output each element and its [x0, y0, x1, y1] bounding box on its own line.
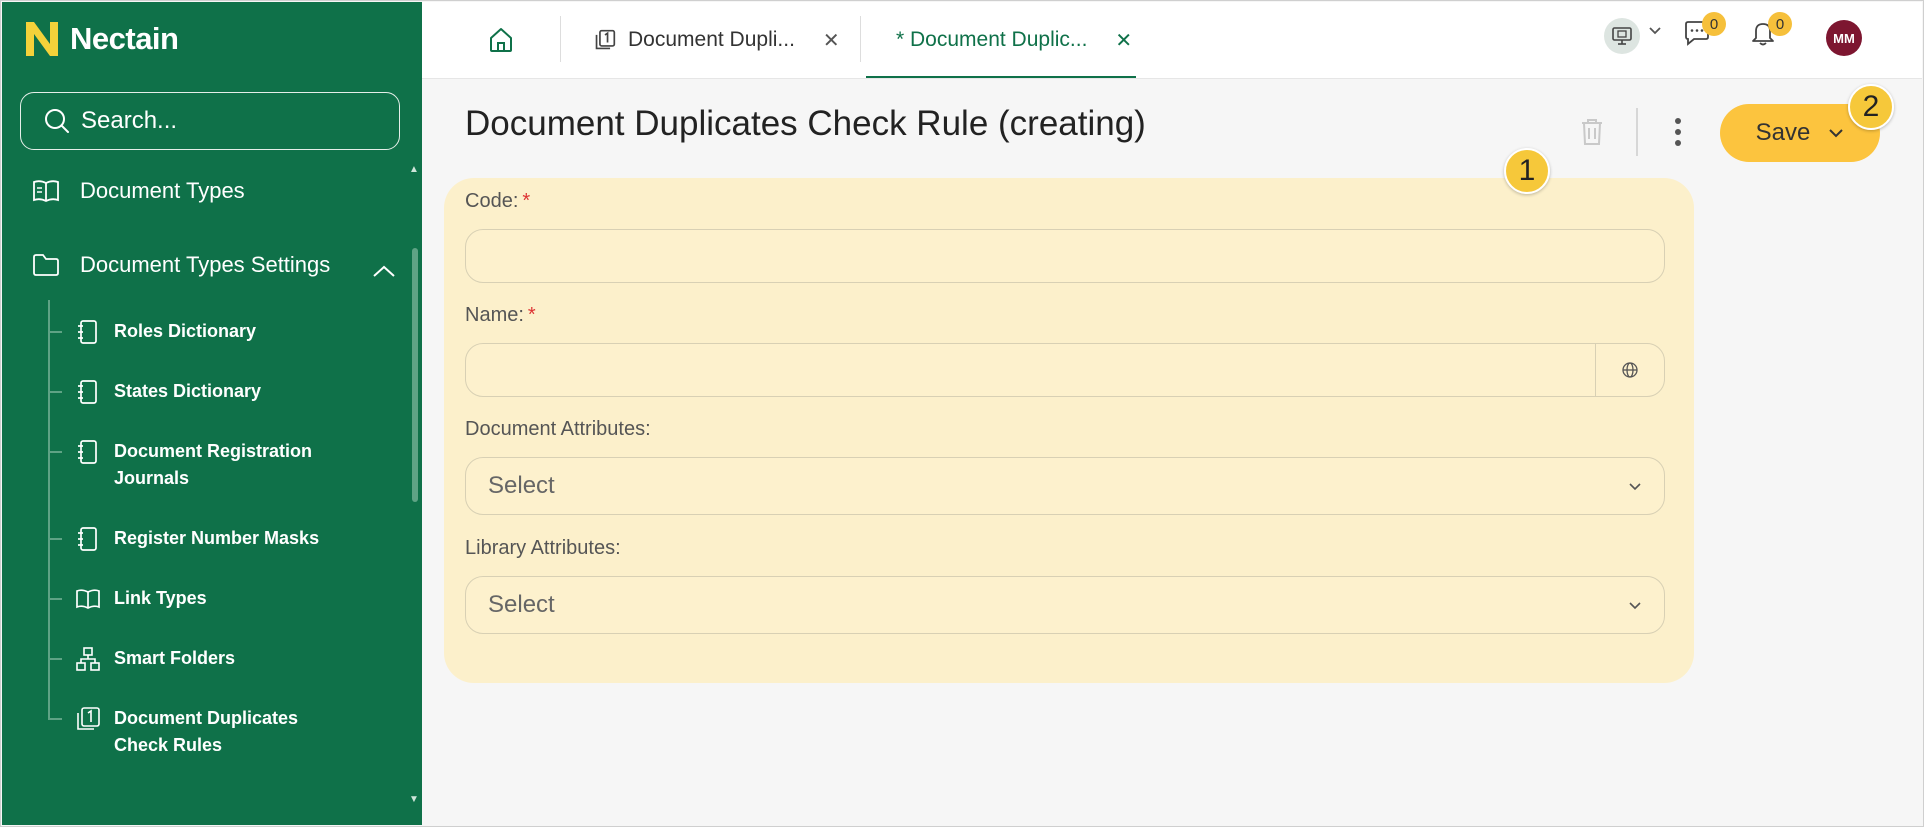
remote-desktop-button[interactable] — [1604, 18, 1640, 54]
notebook-icon — [74, 525, 102, 553]
chevron-down-icon — [1829, 129, 1844, 138]
tab-label: Document Dupli... — [628, 28, 795, 51]
numbered-doc-icon — [74, 705, 102, 733]
chevron-down-icon — [1629, 482, 1641, 490]
tree-connector — [48, 451, 62, 453]
sidebar-item-label: Document Duplicates Check Rules — [114, 708, 299, 755]
required-mark: * — [527, 304, 536, 326]
library-attributes-label: Library Attributes: — [465, 537, 621, 559]
sidebar-scrollbar[interactable] — [412, 248, 418, 502]
close-icon[interactable]: ✕ — [823, 28, 840, 53]
sidebar-item-document-types[interactable]: Document Types — [32, 178, 245, 204]
document-attributes-select[interactable]: Select — [465, 457, 1665, 515]
tree-connector — [48, 718, 62, 720]
chat-button[interactable]: 0 — [1682, 12, 1726, 53]
sidebar-item-roles-dictionary[interactable]: Roles Dictionary — [48, 318, 256, 346]
notebook-icon — [74, 438, 102, 466]
name-input[interactable] — [465, 343, 1665, 397]
sidebar-item-label: Document Registration Journals — [114, 441, 313, 488]
sidebar-item-label: Smart Folders — [114, 648, 236, 668]
select-value: Select — [488, 472, 555, 499]
sidebar-group-label: Document Types Settings — [80, 252, 331, 277]
translations-button[interactable] — [1595, 344, 1664, 396]
scroll-up-arrow[interactable]: ▲ — [409, 164, 419, 175]
chevron-down-icon[interactable] — [1648, 26, 1662, 36]
tree-connector — [48, 658, 62, 660]
tree-connector — [48, 391, 62, 393]
code-label: Code: * — [465, 190, 530, 213]
dot — [1675, 129, 1681, 135]
sidebar-group-document-types-settings[interactable]: Document Types Settings — [32, 252, 330, 278]
sidebar-item-document-duplicates-check-rules[interactable]: Document Duplicates Check Rules — [48, 705, 348, 759]
save-label: Save — [1755, 119, 1811, 146]
chevron-down-icon — [1629, 601, 1641, 609]
folder-icon — [33, 254, 59, 276]
name-label: Name: * — [465, 304, 536, 327]
app-name: Nectain — [70, 21, 179, 56]
document-attributes-label: Document Attributes: — [465, 418, 651, 440]
sidebar-item-register-number-masks[interactable]: Register Number Masks — [48, 525, 319, 553]
numbered-doc-icon — [595, 29, 616, 50]
dot — [1675, 140, 1681, 146]
code-label-text: Code: — [465, 190, 519, 212]
select-value: Select — [488, 591, 555, 618]
nectain-logo-icon — [26, 22, 58, 56]
chevron-up-icon[interactable] — [372, 264, 396, 278]
step-marker-2: 2 — [1848, 84, 1894, 130]
page-title: Document Duplicates Check Rule (creating… — [465, 104, 1146, 143]
home-button[interactable] — [485, 24, 517, 56]
sidebar-item-link-types[interactable]: Link Types — [48, 585, 207, 613]
step-marker-1: 1 — [1504, 148, 1550, 194]
toolbar-divider — [1636, 108, 1638, 156]
required-mark: * — [522, 190, 531, 212]
sidebar-item-document-registration-journals[interactable]: Document Registration Journals — [48, 438, 348, 492]
close-icon[interactable]: ✕ — [1115, 28, 1132, 53]
trash-icon[interactable] — [1578, 116, 1606, 148]
sidebar-item-smart-folders[interactable]: Smart Folders — [48, 645, 235, 673]
tab-document-duplicates-creating[interactable]: * Document Duplic... ✕ — [896, 2, 1132, 78]
tab-label: * Document Duplic... — [896, 28, 1088, 51]
notebook-icon — [74, 318, 102, 346]
notifications-button[interactable]: 0 — [1748, 12, 1792, 53]
sidebar-item-label: States Dictionary — [114, 381, 262, 401]
more-options-button[interactable] — [1666, 114, 1690, 150]
sidebar: Nectain Search... Document Types Documen… — [2, 2, 422, 825]
tree-connector — [48, 598, 62, 600]
tree-connector — [48, 331, 62, 333]
sidebar-item-label: Roles Dictionary — [114, 321, 257, 341]
app-logo[interactable]: Nectain — [24, 20, 179, 58]
search-placeholder: Search... — [81, 107, 178, 134]
tree-connector — [48, 538, 62, 540]
search-icon — [45, 109, 69, 133]
code-input[interactable] — [465, 229, 1665, 283]
sidebar-item-label: Link Types — [114, 588, 207, 608]
sidebar-item-label: Document Types — [80, 178, 245, 203]
tab-separator — [860, 16, 861, 62]
top-bar: Document Dupli... ✕ * Document Duplic...… — [422, 2, 1922, 79]
active-tab-indicator — [866, 76, 1136, 78]
notification-count-badge: 0 — [1768, 12, 1792, 36]
scroll-down-arrow[interactable]: ▼ — [409, 794, 419, 805]
globe-icon — [1622, 362, 1638, 378]
monitor-icon — [1612, 27, 1632, 45]
dot — [1675, 118, 1681, 124]
hierarchy-icon — [74, 645, 102, 673]
sidebar-item-states-dictionary[interactable]: States Dictionary — [48, 378, 261, 406]
home-icon — [490, 28, 512, 52]
book-open-icon — [74, 585, 102, 613]
sidebar-item-label: Register Number Masks — [114, 528, 320, 548]
library-attributes-select[interactable]: Select — [465, 576, 1665, 634]
tab-document-duplicates-list[interactable]: Document Dupli... ✕ — [594, 2, 840, 78]
book-open-icon — [33, 180, 59, 203]
notebook-icon — [74, 378, 102, 406]
name-label-text: Name: — [465, 304, 524, 326]
search-input[interactable]: Search... — [20, 92, 400, 150]
chat-count-badge: 0 — [1702, 12, 1726, 36]
user-avatar[interactable]: MM — [1826, 20, 1862, 56]
tab-separator — [560, 16, 561, 62]
